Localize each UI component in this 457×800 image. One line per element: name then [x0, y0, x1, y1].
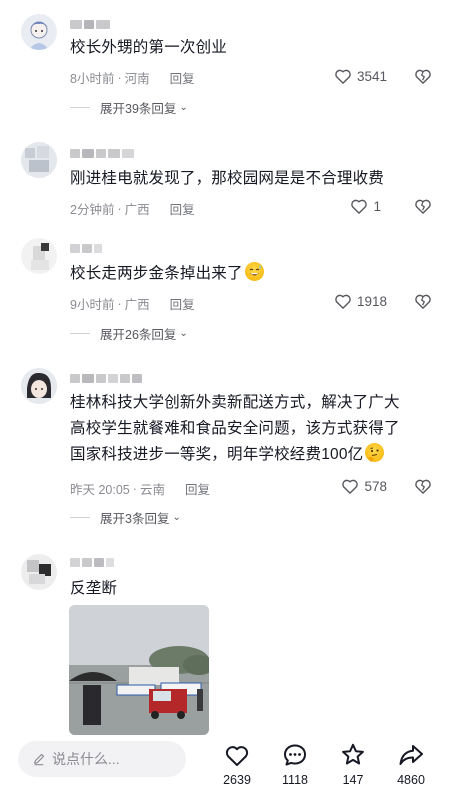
reply-button[interactable]: 回复 — [185, 479, 210, 498]
comment-text: 桂林科技大学创新外卖新配送方式，解决了广大 高校学生就餐难和食品安全问题，该方式… — [70, 390, 437, 468]
comment-text-line: 国家科技进步一等奖，明年学校经费100亿 — [70, 442, 437, 468]
comment-text-line: 桂林科技大学创新外卖新配送方式，解决了广大 — [70, 394, 400, 411]
share-action-button[interactable]: 4860 — [386, 741, 436, 787]
comment-text: 校长走两步金条掉出来了 — [70, 261, 427, 287]
heart-outline-icon — [225, 746, 249, 766]
username-masked[interactable] — [70, 556, 114, 568]
avatar[interactable] — [21, 554, 57, 590]
comment-time: 8小时前 — [70, 72, 115, 86]
comment-time: 9小时前 — [70, 298, 115, 312]
favorite-total-count: 147 — [342, 773, 364, 787]
comment-text-line: 高校学生就餐难和食品安全问题，该方式获得了 — [70, 420, 400, 437]
comment-meta: 9小时前 · 广西 回复 — [70, 294, 195, 313]
heart-outline-icon — [342, 479, 359, 494]
like-action-button[interactable]: 2639 — [212, 741, 262, 787]
heart-outline-icon — [335, 294, 351, 309]
star-outline-icon — [342, 743, 364, 765]
comment-feed: 校长外甥的第一次创业 8小时前 · 河南 回复 3541 展开39条回复 ⌄ 刚… — [0, 0, 457, 735]
like-count: 3541 — [356, 68, 387, 84]
share-total-count: 4860 — [397, 773, 425, 787]
avatar[interactable] — [21, 238, 57, 274]
comment-location: 云南 — [139, 483, 165, 497]
meta-separator: · — [117, 201, 122, 216]
heart-outline-icon — [351, 199, 368, 214]
broken-heart-icon[interactable] — [413, 291, 433, 311]
bottom-action-bar: 说点什么... 2639 1118 147 4860 — [0, 735, 457, 800]
expand-replies-label: 展开3条回复 — [100, 512, 170, 526]
favorite-action-button[interactable]: 147 — [328, 741, 378, 787]
comment-total-count: 1118 — [282, 773, 308, 787]
comment-meta: 2分钟前 · 广西 回复 — [70, 199, 195, 218]
expand-replies-label: 展开39条回复 — [100, 102, 177, 116]
reply-button[interactable]: 回复 — [170, 68, 195, 87]
heart-outline-icon — [335, 69, 351, 84]
comment-text-line-content: 国家科技进步一等奖，明年学校经费100亿 — [70, 446, 364, 463]
like-button[interactable]: 578 — [340, 476, 387, 496]
thinking-emoji — [365, 443, 385, 462]
username-masked[interactable] — [70, 242, 102, 254]
expand-replies-button[interactable]: 展开39条回复 ⌄ — [70, 98, 188, 117]
comment-text: 校长外甥的第一次创业 — [70, 39, 228, 56]
expand-replies-button[interactable]: 展开26条回复 ⌄ — [70, 324, 188, 343]
comment-meta: 昨天 20:05 · 云南 回复 — [70, 479, 210, 498]
like-count: 1918 — [356, 293, 387, 309]
comment-text: 反垄断 — [70, 580, 118, 597]
share-arrow-icon — [399, 745, 423, 765]
like-button[interactable]: 1918 — [333, 291, 387, 311]
divider-line — [70, 517, 90, 518]
comment-input[interactable]: 说点什么... — [18, 741, 186, 777]
divider-line — [70, 333, 90, 334]
like-count: 1 — [373, 198, 381, 214]
meta-separator: · — [132, 481, 137, 496]
meta-separator: · — [117, 70, 122, 85]
chevron-down-icon: ⌄ — [172, 512, 181, 523]
username-masked[interactable] — [70, 372, 142, 384]
comment-image[interactable] — [69, 605, 209, 735]
comment-location: 广西 — [124, 298, 150, 312]
reply-button[interactable]: 回复 — [170, 199, 195, 218]
expand-replies-label: 展开26条回复 — [100, 328, 177, 342]
pen-icon — [34, 753, 45, 766]
avatar[interactable] — [21, 142, 57, 178]
expand-replies-button[interactable]: 展开3条回复 ⌄ — [70, 508, 181, 527]
chevron-down-icon: ⌄ — [179, 102, 188, 113]
like-total-count: 2639 — [223, 773, 251, 787]
like-button[interactable]: 1 — [349, 196, 381, 216]
meta-separator: · — [117, 296, 122, 311]
broken-heart-icon[interactable] — [413, 476, 433, 496]
reply-button[interactable]: 回复 — [170, 294, 195, 313]
comment-action-button[interactable]: 1118 — [270, 741, 320, 787]
broken-heart-icon[interactable] — [413, 196, 433, 216]
comment-text-content: 校长走两步金条掉出来了 — [70, 265, 243, 282]
username-masked[interactable] — [70, 147, 134, 159]
comment-input-placeholder: 说点什么... — [52, 751, 120, 767]
chevron-down-icon: ⌄ — [179, 328, 188, 339]
chat-bubble-icon — [284, 744, 306, 766]
like-button[interactable]: 3541 — [333, 66, 387, 86]
comment-time: 2分钟前 — [70, 203, 115, 217]
grinning-sweat-emoji — [244, 262, 264, 281]
avatar[interactable] — [21, 14, 57, 50]
comment-location: 河南 — [124, 72, 150, 86]
comment-text: 刚进桂电就发现了，那校园网是是不合理收费 — [70, 170, 385, 187]
username-masked[interactable] — [70, 18, 110, 30]
divider-line — [70, 107, 90, 108]
comment-meta: 8小时前 · 河南 回复 — [70, 68, 195, 87]
comment-time: 昨天 20:05 — [70, 483, 130, 497]
broken-heart-icon[interactable] — [413, 66, 433, 86]
avatar[interactable] — [21, 368, 57, 404]
comment-location: 广西 — [124, 203, 150, 217]
like-count: 578 — [364, 478, 387, 494]
